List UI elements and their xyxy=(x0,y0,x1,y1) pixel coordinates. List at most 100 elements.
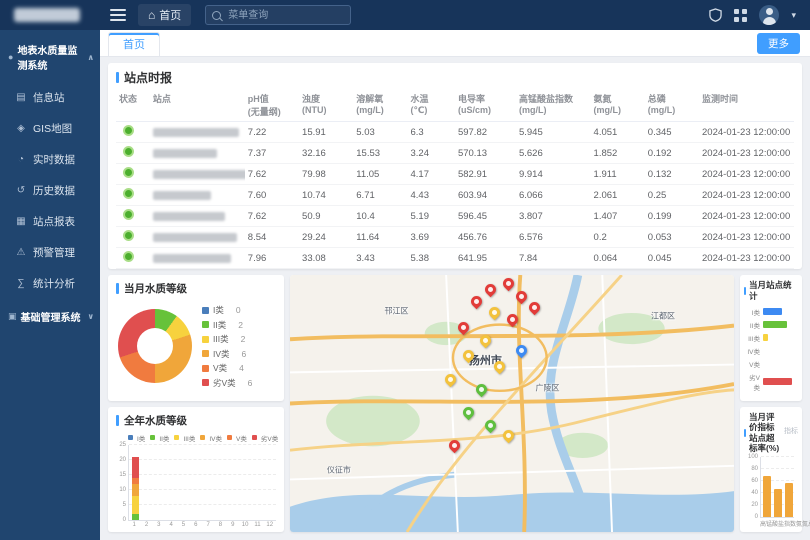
y-tick-label: 0 xyxy=(115,517,126,523)
value-cell: 3.69 xyxy=(408,227,455,248)
hbar-row: 劣V类 xyxy=(743,372,797,392)
value-cell: 15.91 xyxy=(299,122,353,143)
hbar-bar xyxy=(763,334,768,341)
stack-segment xyxy=(132,514,139,520)
table-row: 8.5429.2411.643.69456.766.5760.20.053202… xyxy=(116,227,794,248)
legend-swatch xyxy=(202,307,209,314)
search-icon xyxy=(212,11,221,20)
x-tick-label: 5 xyxy=(177,522,189,528)
tab-bar: 首页 更多 xyxy=(100,30,810,57)
map-icon: ◈ xyxy=(15,123,27,134)
grid-apps-icon[interactable] xyxy=(734,9,747,22)
title-accent-bar xyxy=(116,72,119,83)
hbar-row: IV类 xyxy=(743,346,797,356)
sidebar-item-realtime-data[interactable]: ◔实时数据 xyxy=(0,144,100,175)
shield-icon[interactable] xyxy=(709,8,722,22)
sidebar-item-label: 统计分析 xyxy=(33,276,75,291)
y-tick-label: 5 xyxy=(115,502,126,508)
value-cell: 3.807 xyxy=(516,206,591,227)
topbar-actions: ▾ xyxy=(709,5,810,25)
sidebar-item-stats-analysis[interactable]: ∑统计分析 xyxy=(0,268,100,299)
value-cell: 0.132 xyxy=(645,164,699,185)
column-name: 溶解氧 xyxy=(356,92,404,105)
value-cell: 6.3 xyxy=(408,122,455,143)
sidebar-item-label: 预警管理 xyxy=(33,245,75,260)
menu-search[interactable] xyxy=(205,5,351,25)
value-cell: 10.74 xyxy=(299,185,353,206)
station-cell xyxy=(150,164,245,185)
value-cell: 6.71 xyxy=(353,185,407,206)
status-dot-normal xyxy=(123,209,134,220)
time-cell: 2024-01-23 12:00:00 xyxy=(699,164,794,185)
legend-item: 劣V类 xyxy=(252,433,278,443)
legend-swatch xyxy=(202,365,209,372)
value-cell: 570.13 xyxy=(455,143,516,164)
legend-swatch xyxy=(202,321,209,328)
exceed-rate-x-axis: 高锰酸盐指数氨氮总磷 xyxy=(760,518,794,528)
user-avatar[interactable] xyxy=(759,5,779,25)
hbar-track xyxy=(763,334,797,341)
sidebar-system-title[interactable]: ● 地表水质量监测系统 ∧ xyxy=(0,30,100,82)
sidebar-menu: ▤信息站◈GIS地图◔实时数据↺历史数据▦站点报表⚠预警管理∑统计分析 xyxy=(0,82,100,299)
vbar-bar xyxy=(785,483,793,517)
sidebar-item-gis-map[interactable]: ◈GIS地图 xyxy=(0,113,100,144)
stack-slots xyxy=(129,445,276,521)
value-cell: 0.045 xyxy=(645,248,699,269)
hamburger-menu-icon[interactable] xyxy=(110,9,126,21)
value-cell: 9.914 xyxy=(516,164,591,185)
value-cell: 0.25 xyxy=(645,185,699,206)
gis-map[interactable]: 扬州市邗江区江都区广陵区仪征市 xyxy=(290,275,734,532)
value-cell: 596.45 xyxy=(455,206,516,227)
value-cell: 7.62 xyxy=(245,206,299,227)
time-cell: 2024-01-23 12:00:00 xyxy=(699,185,794,206)
x-tick-label: 氨氮 xyxy=(796,519,808,528)
hbar-bar xyxy=(763,321,787,328)
status-dot-normal xyxy=(123,125,134,136)
sidebar-item-history-data[interactable]: ↺历史数据 xyxy=(0,175,100,206)
topbar-home-label: 首页 xyxy=(159,7,181,23)
column-name: 总磷 xyxy=(648,92,696,105)
legend-value: 2 xyxy=(241,334,246,344)
legend-label: I类 xyxy=(213,304,224,316)
value-cell: 597.82 xyxy=(455,122,516,143)
redacted-station-name xyxy=(153,212,225,221)
monthly-grade-panel: 当月水质等级 I类0II类2III类2IV类6V类4劣V类6 xyxy=(108,275,284,401)
value-cell: 1.407 xyxy=(591,206,645,227)
sidebar-item-info-station[interactable]: ▤信息站 xyxy=(0,82,100,113)
stack-segment xyxy=(132,496,139,514)
value-cell: 5.19 xyxy=(408,206,455,227)
value-cell: 0.192 xyxy=(645,143,699,164)
legend-label: III类 xyxy=(213,333,229,345)
column-header: 氨氮(mg/L) xyxy=(591,90,645,122)
hbar-bar xyxy=(763,308,782,315)
search-input[interactable] xyxy=(226,9,344,22)
column-unit: (uS/cm) xyxy=(458,105,513,115)
column-name: 站点 xyxy=(153,92,242,105)
legend-item: 劣V类6 xyxy=(202,377,252,389)
chevron-down-icon[interactable]: ▾ xyxy=(791,10,796,21)
column-header: 状态 xyxy=(116,90,150,122)
sidebar-item-station-report[interactable]: ▦站点报表 xyxy=(0,206,100,237)
legend-label: III类 xyxy=(183,433,195,443)
more-button[interactable]: 更多 xyxy=(757,33,800,54)
sidebar-system-title-label: 地表水质量监测系统 xyxy=(17,42,83,72)
stack-slot xyxy=(190,445,202,521)
value-cell: 4.051 xyxy=(591,122,645,143)
station-cell xyxy=(150,206,245,227)
y-tick-label: 15 xyxy=(115,472,126,478)
value-cell: 11.64 xyxy=(353,227,407,248)
value-cell: 582.91 xyxy=(455,164,516,185)
value-cell: 5.38 xyxy=(408,248,455,269)
time-cell: 2024-01-23 12:00:00 xyxy=(699,248,794,269)
topbar-home-button[interactable]: ⌂ 首页 xyxy=(138,4,191,26)
stacked-bar xyxy=(230,445,237,521)
redacted-station-name xyxy=(153,149,217,158)
tab-home[interactable]: 首页 xyxy=(108,32,160,56)
status-dot-normal xyxy=(123,230,134,241)
column-name: 氨氮 xyxy=(594,92,642,105)
exceed-rate-title: 当月评价指标站点超标率(%) 指标 xyxy=(740,407,802,457)
table-row: 7.2215.915.036.3597.825.9454.0510.345202… xyxy=(116,122,794,143)
value-cell: 4.43 xyxy=(408,185,455,206)
sidebar-item-alert-management[interactable]: ⚠预警管理 xyxy=(0,237,100,268)
sidebar-item-base-management[interactable]: ▣ 基础管理系统 ∨ xyxy=(0,299,100,334)
